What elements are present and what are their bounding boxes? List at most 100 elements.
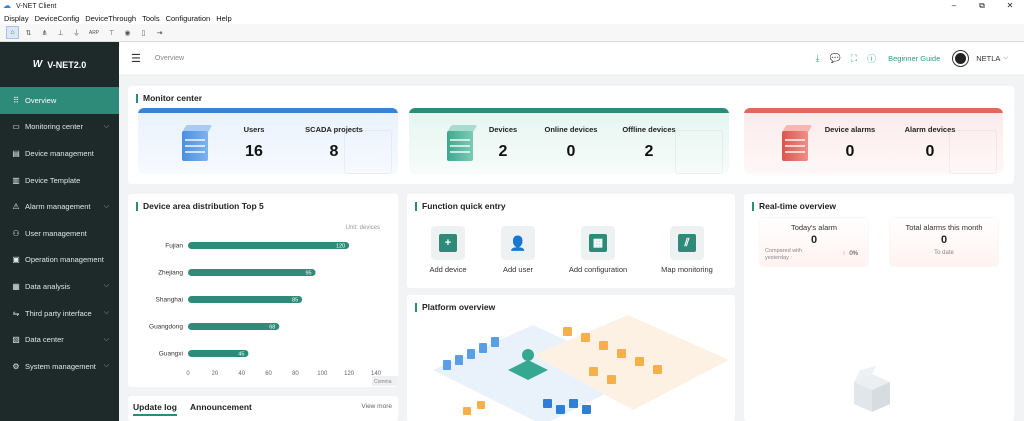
close-button[interactable]: ✕ [996,0,1024,12]
devices-summary-card: Devices 2 Online devices 0 Offline devic… [409,108,729,174]
menu-display[interactable]: Display [4,14,29,23]
sidebar-item-alarm-management[interactable]: ⚠ Alarm management ⌵ [0,193,119,220]
user-icon[interactable]: ◉ [121,26,134,39]
realtime-overview-title: Real-time overview [752,202,836,211]
stat-offline-devices: Offline devices 2 [622,125,676,160]
chevron-down-icon[interactable]: ⌵ [1003,55,1008,62]
connect-icon[interactable]: ⏚ [70,26,83,39]
menu-tools[interactable]: Tools [142,14,160,23]
sidebar-item-label: Device Template [25,175,81,185]
chart-watermark-text: Comma [374,379,392,385]
add-user-button[interactable]: 👤 Add user [483,226,553,274]
view-more-link[interactable]: View more [361,403,392,410]
datacenter-icon: ▧ [12,335,20,345]
logout-icon[interactable]: ⇥ [153,26,166,39]
menu-deviceconfig[interactable]: DeviceConfig [35,14,80,23]
sidebar-item-label: Overview [25,95,57,105]
sidebar-item-data-analysis[interactable]: ▦ Data analysis ⌵ [0,273,119,300]
configuration-icon: ▦ [589,234,607,252]
alarm-icon: ⚠ [12,202,20,212]
arp-button[interactable]: ARP [86,26,102,39]
beginner-guide-link[interactable]: Beginner Guide [888,54,940,63]
map-monitoring-button[interactable]: ⫽ Map monitoring [652,226,722,274]
stat-devices: Devices 2 [488,125,518,160]
topology-icon[interactable]: ⊥ [54,26,67,39]
network-icon[interactable]: ⋔ [38,26,51,39]
x-tick-label: 0 [186,371,190,377]
menu-help[interactable]: Help [216,14,231,23]
info-icon[interactable]: ⓘ [867,52,876,65]
sidebar-item-operation-management[interactable]: ▣ Operation management [0,247,119,274]
home-icon[interactable]: ⌂ [6,26,19,39]
maximize-button[interactable]: ⧉ [968,0,996,12]
username[interactable]: NETLA [976,54,1000,63]
device-icon: ▤ [12,148,20,158]
chevron-down-icon: ⌵ [103,202,109,210]
sidebar-item-monitoring-center[interactable]: ▭ Monitoring center ⌵ [0,114,119,141]
x-tick-label: 120 [344,371,355,377]
window-titlebar: ☁ V-NET Client – ⧉ ✕ [0,0,1024,12]
bar-value-label: 120 [336,244,345,250]
download-icon[interactable]: ⤓ [816,53,820,64]
header: ☰ Overview ⤓ 💬 ⛶ ⓘ Beginner Guide NETLA … [119,42,1024,74]
platform-overview-title: Platform overview [415,303,495,312]
sidebar-item-third-party-interface[interactable]: ⇋ Third party interface ⌵ [0,300,119,327]
sidebar-item-device-template[interactable]: ▥ Device Template [0,167,119,194]
add-user-icon: 👤 [509,235,527,251]
sidebar: W V-NET2.0 ⠿ Overview ▭ Monitoring center ⌵ ▤… [0,42,119,421]
bar [188,242,350,249]
category-label: Guangxi [159,351,183,358]
brand-name: V-NET2.0 [47,59,87,70]
tree-icon[interactable]: ⊤ [105,26,118,39]
grid-icon: ⠿ [13,95,19,105]
minimize-button[interactable]: – [940,0,968,12]
menu-configuration[interactable]: Configuration [166,14,211,23]
monitor-icon: ▭ [12,122,20,132]
scan-icon[interactable]: ⇅ [22,26,35,39]
add-device-button[interactable]: + Add device [413,226,483,274]
category-label: Zhejiang [158,270,183,277]
chat-icon[interactable]: 💬 [830,53,841,64]
stat-online-devices: Online devices 0 [544,125,598,160]
add-icon: + [439,234,457,252]
add-configuration-button[interactable]: ▦ Add configuration [563,226,633,274]
sidebar-item-data-center[interactable]: ▧ Data center ⌵ [0,326,119,353]
sidebar-item-system-management[interactable]: ⚙ System management ⌵ [0,353,119,380]
chevron-down-icon: ⌵ [103,122,109,130]
chevron-down-icon: ⌵ [103,282,109,290]
sidebar-item-overview[interactable]: ⠿ Overview [0,87,119,114]
interface-icon: ⇋ [12,308,20,318]
window-controls: – ⧉ ✕ [940,0,1024,12]
quick-entry-title: Function quick entry [415,202,506,211]
server-icon [445,125,478,163]
menu-bar: Display DeviceConfig DeviceThrough Tools… [0,12,1024,24]
sidebar-item-label: Data analysis [25,281,71,291]
document-icon[interactable]: ▯ [137,26,150,39]
user-icon: ⚇ [12,228,20,238]
bar-value-label: 68 [269,325,275,331]
sidebar-item-device-management[interactable]: ▤ Device management [0,140,119,167]
sidebar-item-user-management[interactable]: ⚇ User management [0,220,119,247]
analysis-icon: ▦ [12,281,20,291]
category-label: Shanghai [156,297,183,304]
menu-toggle-icon[interactable]: ☰ [131,52,141,65]
sidebar-item-label: Device management [25,148,94,158]
breadcrumb[interactable]: Overview [155,55,184,62]
window-title: V-NET Client [16,2,57,10]
bar [188,269,316,276]
monitor-center-card: Monitor center Users 16 SCADA projects 8… [128,86,1014,184]
arrow-up-icon: ↑ [842,251,846,257]
bar-value-label: 95 [305,271,311,277]
alarms-summary-card: Device alarms 0 Alarm devices 0 [744,108,1003,174]
tab-update-log[interactable]: Update log [133,402,177,416]
menu-devicethrough[interactable]: DeviceThrough [85,14,136,23]
map-icon: ⫽ [678,234,696,252]
device-distribution-card: Device area distribution Top 5 Unit: dev… [128,194,398,387]
fullscreen-icon[interactable]: ⛶ [851,53,857,64]
tab-announcement[interactable]: Announcement [190,402,252,412]
server-icon [780,125,813,163]
brand: W V-NET2.0 [0,42,119,87]
sidebar-item-label: User management [25,228,87,238]
logo-icon: W [32,59,43,70]
avatar[interactable] [953,50,969,66]
